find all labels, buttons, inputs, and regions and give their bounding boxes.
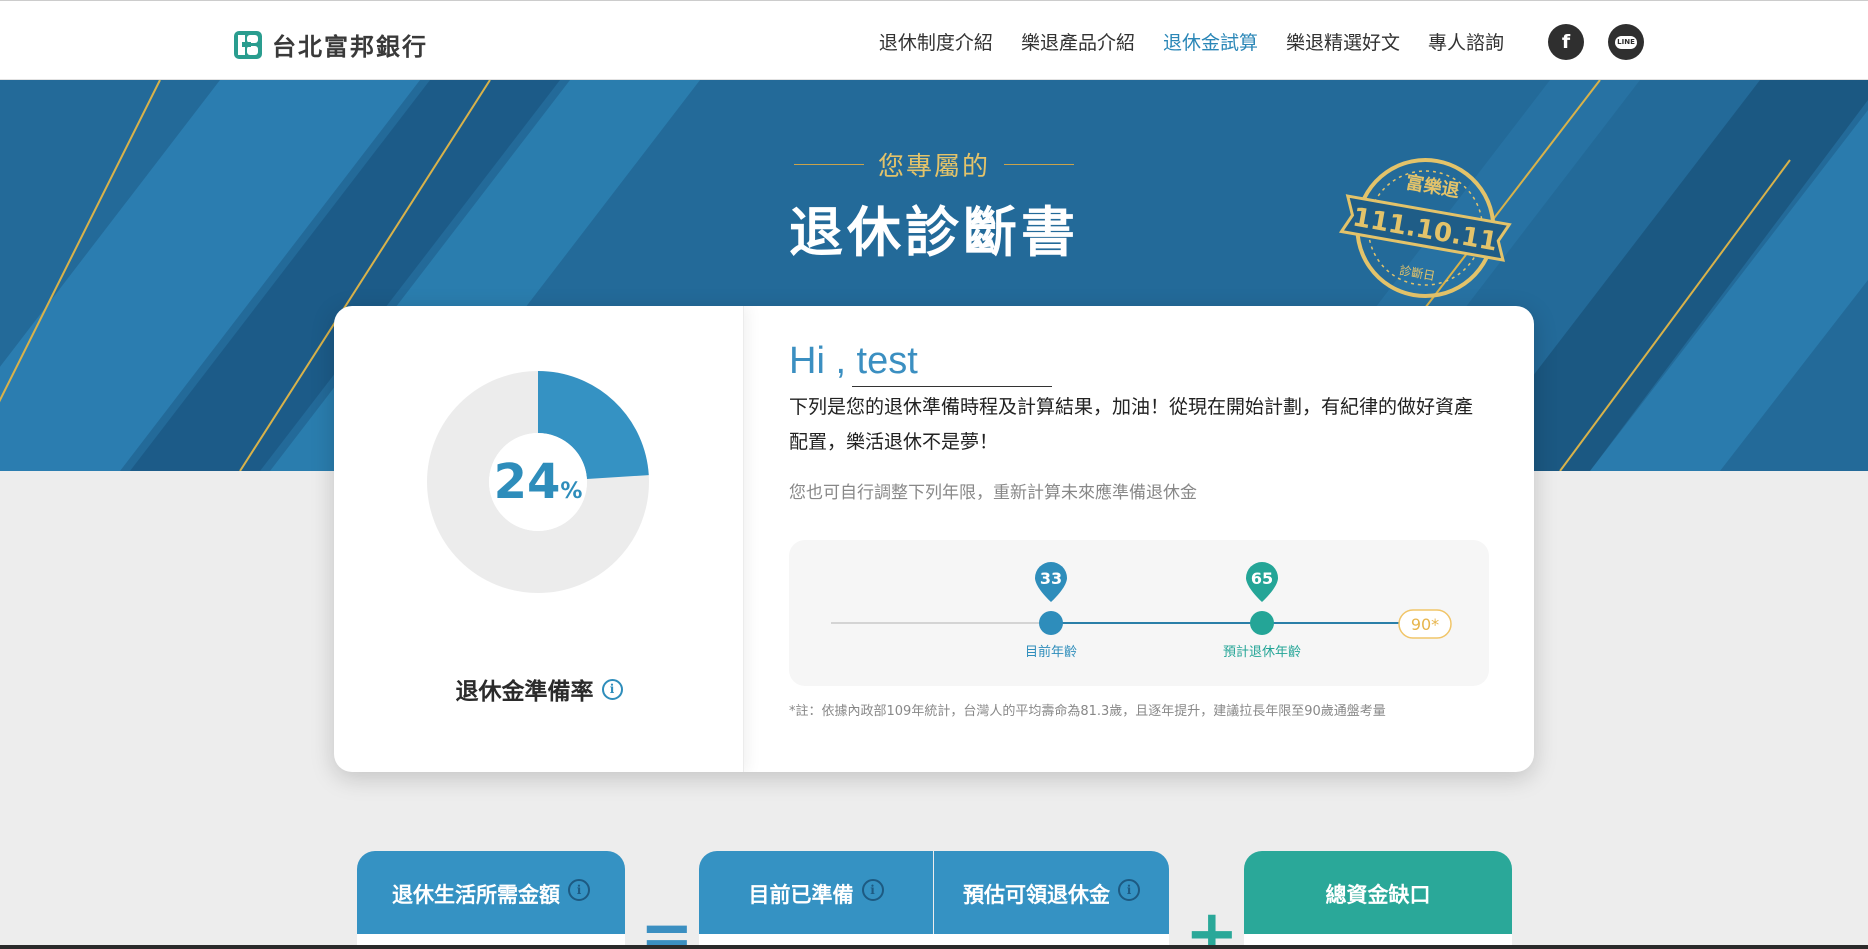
retire-age-value: 65 (1251, 569, 1273, 588)
divider (1004, 164, 1074, 165)
readiness-label-row: 退休金準備率 i (334, 672, 744, 706)
age-timeline: 33 目前年齡 65 預計退休年齡 90* (789, 540, 1489, 686)
current-age-pin[interactable]: 33 (1035, 562, 1067, 635)
hero-subtitle: 您專屬的 (877, 152, 990, 182)
stamp-bottom: 診斷日 (1398, 262, 1436, 283)
divider (793, 164, 864, 165)
facebook-glyph: f (1561, 31, 1571, 53)
brand-logo[interactable]: 台北富邦銀行 (233, 27, 428, 62)
info-icon[interactable]: i (601, 678, 623, 700)
nav-products[interactable]: 樂退產品介紹 (1021, 28, 1135, 55)
readiness-panel: 24 % 退休金準備率 i (334, 306, 744, 772)
equals-sign: = (640, 899, 694, 949)
brand-name: 台北富邦銀行 (272, 33, 428, 61)
nav-articles[interactable]: 樂退精選好文 (1286, 28, 1400, 55)
retire-age-pin[interactable]: 65 (1246, 562, 1278, 635)
required-amount-label: 退休生活所需金額 (392, 883, 560, 907)
age-timeline-graphic: 33 目前年齡 65 預計退休年齡 90* (831, 562, 1452, 660)
readiness-percent-value: 24 (493, 454, 561, 510)
readiness-percent-sign: % (560, 478, 583, 504)
nav-consult[interactable]: 專人諮詢 (1428, 28, 1504, 55)
greeting-underline (852, 386, 1052, 387)
diagnosis-card: 24 % 退休金準備率 i Hi , test 下列是您的退休準備時程及計算結果… (334, 306, 1534, 772)
greeting: Hi , test (789, 340, 918, 382)
social-links: f LINE (1548, 24, 1668, 60)
funding-gap-label: 總資金缺口 (1325, 883, 1431, 907)
pension-estimate-label: 預估可領退休金 (963, 883, 1110, 907)
site-header: 台北富邦銀行 退休制度介紹 樂退產品介紹 退休金試算 樂退精選好文 專人諮詢 f… (0, 0, 1868, 80)
end-age-value: 90* (1411, 615, 1439, 634)
footnote: *註：依據內政部109年統計，台灣人的平均壽命為81.3歲，且逐年提升，建議拉長… (789, 704, 1386, 719)
info-icon[interactable]: i (861, 879, 884, 901)
info-icon[interactable]: i (568, 879, 590, 901)
plus-sign: + (1185, 897, 1239, 949)
readiness-percent: 24 % (427, 371, 649, 593)
bottom-border (0, 945, 1868, 949)
current-age-value: 33 (1040, 569, 1062, 588)
nav-retirement-system[interactable]: 退休制度介紹 (879, 28, 993, 55)
facebook-icon[interactable]: f (1548, 24, 1584, 60)
retire-age-label: 預計退休年齡 (1223, 644, 1301, 660)
info-icon[interactable]: i (1118, 879, 1140, 901)
fubon-logo-icon (234, 30, 262, 59)
nav-calculator[interactable]: 退休金試算 (1163, 28, 1258, 55)
line-icon[interactable]: LINE (1608, 24, 1644, 60)
main-nav: 退休制度介紹 樂退產品介紹 退休金試算 樂退精選好文 專人諮詢 (851, 1, 1504, 81)
intro-text: 下列是您的退休準備時程及計算結果，加油！從現在開始計劃，有紀律的做好資產配置，樂… (789, 396, 1474, 453)
summary-panel: Hi , test 下列是您的退休準備時程及計算結果，加油！從現在開始計劃，有紀… (789, 306, 1509, 772)
stamp-top: 富樂退 (1404, 171, 1461, 202)
readiness-label: 退休金準備率 (455, 679, 594, 705)
hero-subtitle-row: 您專屬的 (0, 146, 1868, 183)
hero-title: 退休診斷書 (789, 201, 1079, 264)
diagnosis-date-stamp: 111.10.11 富樂退 診斷日 (1338, 158, 1512, 299)
line-glyph: LINE (1615, 35, 1637, 49)
prepared-amount-label: 目前已準備 (748, 883, 854, 907)
current-age-label: 目前年齡 (1025, 644, 1077, 660)
adjust-hint: 您也可自行調整下列年限，重新計算未來應準備退休金 (789, 483, 1197, 503)
